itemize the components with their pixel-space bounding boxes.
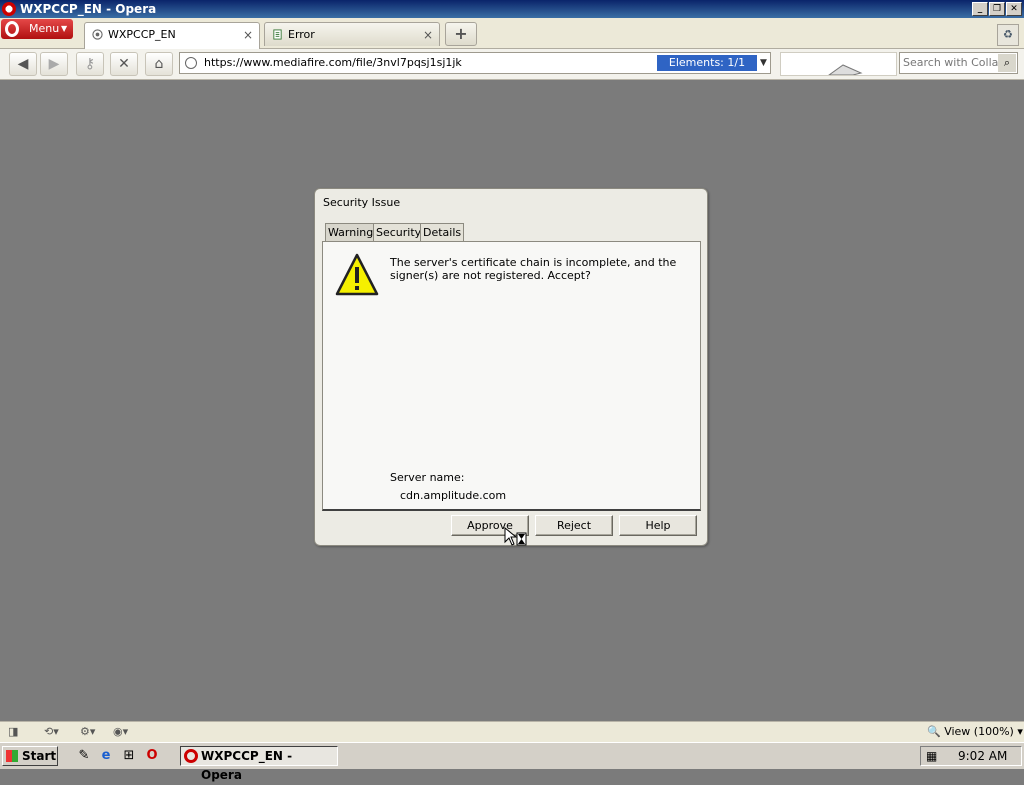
dialog-title: Security Issue: [323, 196, 401, 209]
tab-details[interactable]: Details: [420, 223, 465, 241]
reject-button[interactable]: Reject: [535, 515, 613, 536]
tab-close-icon[interactable]: ×: [423, 23, 433, 47]
globe-icon: [185, 57, 197, 69]
page-icon: [273, 29, 282, 40]
forward-icon[interactable]: ▶: [40, 52, 68, 76]
sync-icon[interactable]: ⟲▾: [44, 724, 59, 740]
quick-launch-opera-icon[interactable]: O: [144, 748, 160, 764]
taskbar-item-opera[interactable]: WXPCCP_EN - Opera: [180, 746, 338, 782]
taskbar: Start ✎ e ⊞ O WXPCCP_EN - Opera ▦ 9:02 A…: [0, 742, 1024, 782]
system-tray: ▦ 9:02 AM: [920, 746, 1022, 766]
window-title: WXPCCP_EN - Opera: [20, 2, 157, 16]
chevron-down-icon[interactable]: ▼: [760, 53, 767, 73]
back-icon[interactable]: ◀: [9, 52, 37, 76]
server-name-label: Server name:: [390, 471, 465, 484]
unite-icon[interactable]: ⚙▾: [80, 724, 95, 740]
busy-cursor-icon: [504, 527, 527, 546]
security-issue-dialog: Security Issue Warning Security Details …: [314, 188, 708, 546]
opera-logo-icon: [184, 749, 198, 763]
home-icon[interactable]: ⌂: [145, 52, 173, 76]
tab-label: WXPCCP_EN: [108, 28, 176, 41]
tray-app-icon[interactable]: ▦: [926, 749, 937, 763]
opera-logo-icon: [5, 21, 19, 37]
status-bar: ◨ ⟲▾ ⚙▾ ◉▾ 🔍 View (100%) ▾: [0, 721, 1024, 742]
start-label: Start: [22, 749, 57, 763]
search-icon[interactable]: ⌕: [998, 54, 1016, 72]
restore-button[interactable]: ❐: [989, 2, 1005, 16]
key-icon[interactable]: ⚷: [76, 52, 104, 76]
navigation-bar: ◀ ▶ ⚷ ✕ ⌂ https://www.mediafire.com/file…: [0, 49, 1024, 80]
trash-icon[interactable]: ♻: [997, 24, 1019, 46]
tab-label: Error: [288, 28, 315, 41]
tab-close-icon[interactable]: ×: [243, 23, 253, 47]
zoom-control[interactable]: 🔍 View (100%) ▾: [927, 724, 1023, 740]
chevron-down-icon: ▼: [61, 24, 68, 33]
book-icon: [828, 64, 863, 75]
stop-icon[interactable]: ✕: [110, 52, 138, 76]
tab-error[interactable]: Error ×: [264, 22, 440, 46]
warning-icon: [335, 253, 379, 296]
new-tab-button[interactable]: +: [445, 22, 477, 46]
address-url[interactable]: https://www.mediafire.com/file/3nvl7pqsj…: [204, 53, 462, 73]
server-name-value: cdn.amplitude.com: [400, 489, 507, 502]
zoom-label: View (100%): [944, 725, 1014, 738]
tab-wxpccp[interactable]: WXPCCP_EN ×: [84, 22, 260, 49]
quick-launch-ie-icon[interactable]: e: [98, 748, 114, 764]
elements-badge[interactable]: Elements: 1/1: [657, 55, 757, 71]
clock[interactable]: 9:02 AM: [958, 747, 1007, 766]
page-preview-thumbnail: [780, 52, 897, 76]
taskbar-item-label: WXPCCP_EN - Opera: [201, 749, 293, 782]
address-bar[interactable]: https://www.mediafire.com/file/3nvl7pqsj…: [179, 52, 771, 74]
opera-menu-button[interactable]: Menu ▼: [1, 19, 73, 39]
search-placeholder: Search with Collab': [903, 56, 998, 69]
tab-security[interactable]: Security: [373, 223, 425, 241]
warning-panel: The server's certificate chain is incomp…: [322, 241, 701, 511]
warning-message: The server's certificate chain is incomp…: [390, 256, 677, 282]
globe-icon: [92, 29, 103, 40]
panel-toggle-icon[interactable]: ◨: [8, 724, 18, 740]
search-field[interactable]: Search with Collab' ⌕: [899, 52, 1018, 74]
menu-label: Menu: [29, 22, 60, 35]
quick-launch-notepad-icon[interactable]: ✎: [76, 748, 92, 764]
window-title-bar: WXPCCP_EN - Opera _ ❐ ✕: [0, 0, 1024, 18]
start-button[interactable]: Start: [2, 746, 58, 766]
minimize-button[interactable]: _: [972, 2, 988, 16]
turbo-icon[interactable]: ◉▾: [113, 724, 128, 740]
quick-launch-network-icon[interactable]: ⊞: [121, 748, 137, 764]
tab-bar: Menu ▼ WXPCCP_EN × Error × + ♻: [0, 18, 1024, 49]
tab-warning[interactable]: Warning: [325, 223, 377, 241]
close-window-button[interactable]: ✕: [1006, 2, 1022, 16]
windows-logo-icon: [6, 750, 18, 762]
help-button[interactable]: Help: [619, 515, 697, 536]
opera-logo-icon: [2, 2, 16, 16]
